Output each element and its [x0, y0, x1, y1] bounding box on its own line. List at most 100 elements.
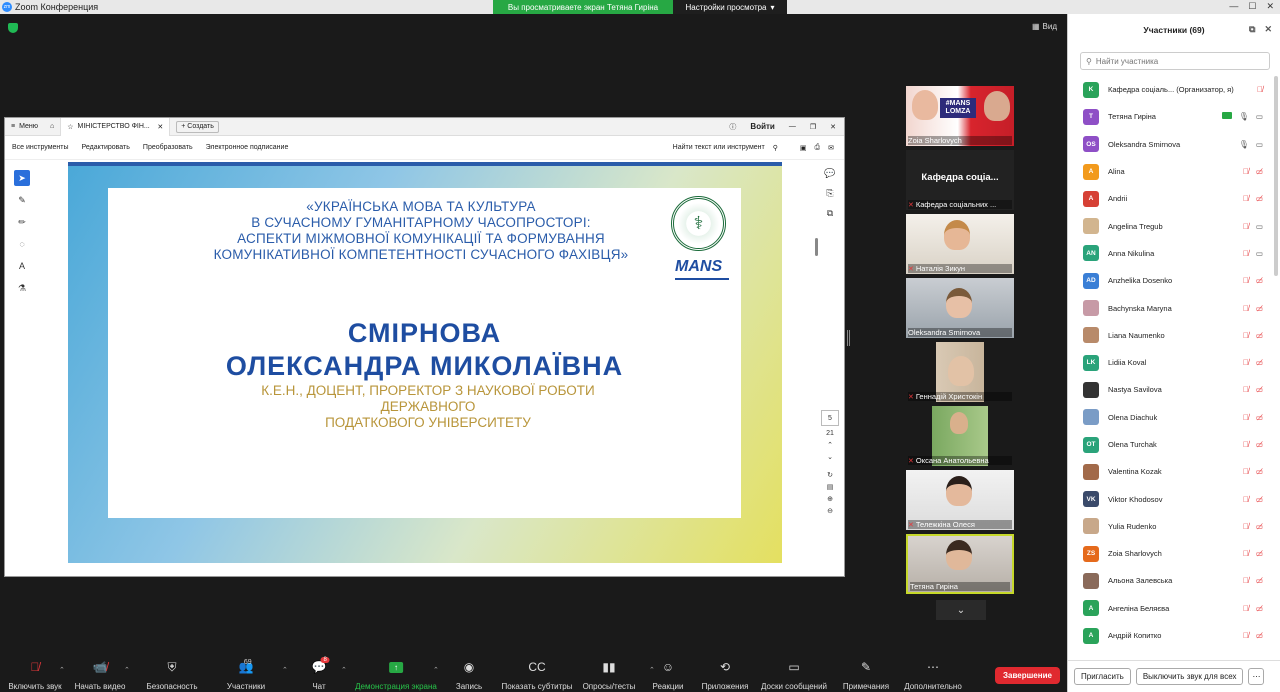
participant-row[interactable]: OT Olena Turchak 🎙̸ ▭̸: [1068, 431, 1273, 458]
mic-off-icon[interactable]: 🎙̸: [1243, 467, 1249, 476]
mic-off-icon[interactable]: 🎙̸: [1243, 194, 1249, 203]
maximize-icon[interactable]: ☐: [1248, 1, 1256, 12]
pdf-restore-icon[interactable]: ❐: [810, 123, 816, 131]
zoom-in-icon[interactable]: ⊕: [827, 495, 833, 503]
toolbar-video-off-button[interactable]: 📹̸ Начать видео: [75, 659, 126, 691]
split-handle[interactable]: [847, 330, 850, 346]
video-off-icon[interactable]: ▭̸: [1256, 331, 1263, 340]
search-input[interactable]: [1095, 56, 1256, 66]
video-tile[interactable]: ✕ Тележкіна Олеся: [906, 470, 1014, 530]
mic-on-icon[interactable]: 🎙: [1239, 112, 1249, 121]
mic-off-icon[interactable]: 🎙̸: [1257, 85, 1263, 94]
save-icon[interactable]: ▣: [800, 144, 807, 152]
caret-up-icon[interactable]: ⌃: [124, 666, 130, 674]
help-icon[interactable]: ⓘ: [729, 122, 736, 132]
participant-row[interactable]: K Кафедра соціаль... (Организатор, я) 🎙̸: [1068, 76, 1273, 103]
tab-close-icon[interactable]: ✕: [157, 123, 163, 131]
participant-row[interactable]: VK Viktor Khodosov 🎙̸ ▭̸: [1068, 485, 1273, 512]
stamp-icon[interactable]: ⚗: [14, 280, 30, 296]
mic-off-icon[interactable]: 🎙̸: [1243, 167, 1249, 176]
mute-all-button[interactable]: Выключить звук для всех: [1135, 668, 1244, 685]
toolbar-participants-button[interactable]: 👥 69 Участники: [227, 659, 265, 691]
pdf-close-icon[interactable]: ✕: [830, 123, 836, 131]
video-on-icon[interactable]: ▭: [1256, 249, 1263, 258]
copy-icon[interactable]: ⧉: [827, 208, 833, 219]
signin-button[interactable]: Войти: [750, 122, 774, 131]
mic-off-icon[interactable]: 🎙̸: [1243, 331, 1249, 340]
end-meeting-button[interactable]: Завершение: [995, 667, 1060, 684]
encryption-shield-icon[interactable]: [8, 23, 18, 33]
current-page-field[interactable]: 5: [821, 410, 839, 426]
participant-row[interactable]: OS Oleksandra Smirnova 🎙 ▭: [1068, 131, 1273, 158]
minimize-icon[interactable]: —: [1229, 1, 1238, 12]
toolbar-more-button[interactable]: ⋯ Дополнительно: [904, 659, 962, 691]
caret-up-icon[interactable]: ⌃: [282, 666, 288, 674]
page-up-icon[interactable]: ⌃: [827, 441, 833, 449]
panel-scrollbar[interactable]: [1274, 76, 1278, 276]
video-off-icon[interactable]: ▭̸: [1256, 276, 1263, 285]
caret-up-icon[interactable]: ⌃: [59, 666, 65, 674]
mic-off-icon[interactable]: 🎙̸: [1243, 604, 1249, 613]
pen-icon[interactable]: ✏: [14, 214, 30, 230]
video-off-icon[interactable]: ▭̸: [1256, 522, 1263, 531]
participant-row[interactable]: Bachynska Maryna 🎙̸ ▭̸: [1068, 294, 1273, 321]
participant-row[interactable]: A Ангеліна Беляєва 🎙̸ ▭̸: [1068, 595, 1273, 622]
video-off-icon[interactable]: ▭̸: [1256, 604, 1263, 613]
toolbar-notes-button[interactable]: ✎ Примечания: [843, 659, 889, 691]
star-icon[interactable]: ☆: [67, 123, 73, 131]
video-tile[interactable]: Кафедра соціа... ✕ Кафедра соціальних ...: [906, 150, 1014, 210]
mic-off-icon[interactable]: 🎙̸: [1243, 576, 1249, 585]
participant-row[interactable]: AN Anna Nikulina 🎙̸ ▭: [1068, 240, 1273, 267]
video-off-icon[interactable]: ▭̸: [1256, 576, 1263, 585]
participant-row[interactable]: Angelina Tregub 🎙̸ ▭: [1068, 212, 1273, 239]
mic-off-icon[interactable]: 🎙̸: [1243, 522, 1249, 531]
mic-off-icon[interactable]: 🎙̸: [1243, 358, 1249, 367]
video-on-icon[interactable]: ▭: [1256, 222, 1263, 231]
select-cursor-icon[interactable]: ➤: [14, 170, 30, 186]
participant-row[interactable]: ZS Zoia Sharlovych 🎙̸ ▭̸: [1068, 540, 1273, 567]
participant-row[interactable]: Olena Diachuk 🎙̸ ▭̸: [1068, 404, 1273, 431]
participant-row[interactable]: Nastya Savilova 🎙̸ ▭̸: [1068, 376, 1273, 403]
video-off-icon[interactable]: ▭̸: [1256, 358, 1263, 367]
toolbar-apps-button[interactable]: ⟲ Приложения: [702, 659, 749, 691]
toolbar-share-screen-button[interactable]: ↑ Демонстрация экрана: [355, 659, 437, 691]
video-on-icon[interactable]: ▭: [1256, 140, 1263, 149]
video-off-icon[interactable]: ▭̸: [1256, 467, 1263, 476]
participant-row[interactable]: LK Lidiia Koval 🎙̸ ▭̸: [1068, 349, 1273, 376]
comments-panel-icon[interactable]: 💬: [824, 168, 835, 179]
toolbar-whiteboard-button[interactable]: ▭ Доски сообщений: [761, 659, 827, 691]
view-settings-button[interactable]: Настройки просмотра ▾: [673, 0, 787, 14]
caret-up-icon[interactable]: ⌃: [433, 666, 439, 674]
bookmark-icon[interactable]: ⎘: [826, 188, 833, 199]
page-down-icon[interactable]: ⌄: [827, 453, 833, 461]
video-tile[interactable]: Oleksandra Smirnova: [906, 278, 1014, 338]
toolbar-captions-button[interactable]: CC Показать субтитры: [502, 659, 573, 691]
video-tile[interactable]: ✕ Оксана Анатольевна: [906, 406, 1014, 466]
participant-row[interactable]: A Andrii 🎙̸ ▭̸: [1068, 185, 1273, 212]
mic-off-icon[interactable]: 🎙̸: [1243, 304, 1249, 313]
participant-row[interactable]: A Alina 🎙̸ ▭̸: [1068, 158, 1273, 185]
participant-row[interactable]: A Андрій Копитко 🎙̸ ▭̸: [1068, 622, 1273, 649]
mic-off-icon[interactable]: 🎙̸: [1243, 276, 1249, 285]
participant-search[interactable]: ⚲: [1080, 52, 1270, 70]
participant-row[interactable]: Liana Naumenko 🎙̸ ▭̸: [1068, 322, 1273, 349]
edit-menu[interactable]: Редактировать: [82, 144, 130, 151]
toolbar-reactions-button[interactable]: ☺ Реакции: [653, 659, 684, 691]
lasso-icon[interactable]: ◌: [14, 236, 30, 252]
mic-on-icon[interactable]: 🎙: [1239, 140, 1249, 149]
toolbar-shield-button[interactable]: ⛨ Безопасность: [146, 659, 197, 692]
video-off-icon[interactable]: ▭̸: [1256, 385, 1263, 394]
mic-off-icon[interactable]: 🎙̸: [1243, 413, 1249, 422]
rotate-icon[interactable]: ↻: [827, 471, 833, 479]
pdf-find[interactable]: Найти текст или инструмент ⚲ ▣ ⎙ ✉: [673, 144, 844, 152]
panel-close-icon[interactable]: ✕: [1264, 24, 1272, 35]
mic-off-icon[interactable]: 🎙̸: [1243, 222, 1249, 231]
participant-row[interactable]: AD Anzhelika Dosenko 🎙̸ ▭̸: [1068, 267, 1273, 294]
mic-off-icon[interactable]: 🎙̸: [1243, 440, 1249, 449]
video-tile[interactable]: ✕ Геннадій Христокін: [906, 342, 1014, 402]
caret-up-icon[interactable]: ⌃: [341, 666, 347, 674]
mail-icon[interactable]: ✉: [828, 144, 834, 152]
mic-off-icon[interactable]: 🎙̸: [1243, 631, 1249, 640]
view-button[interactable]: ▦ Вид: [1032, 22, 1057, 31]
participant-row[interactable]: Yulia Rudenko 🎙̸ ▭̸: [1068, 513, 1273, 540]
